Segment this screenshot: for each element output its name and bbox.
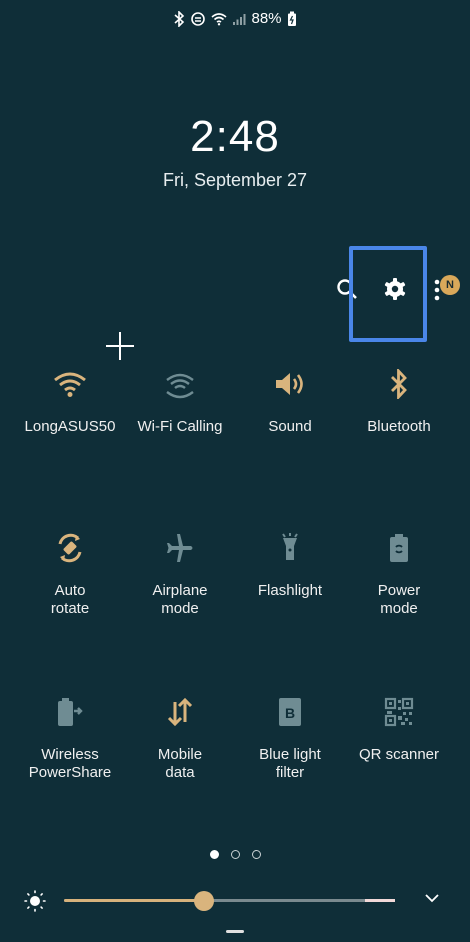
tile-label: LongASUS50 (24, 418, 116, 435)
plus-cursor-mark (106, 332, 134, 360)
bluetooth-icon (391, 369, 407, 399)
tile-bluetooth[interactable]: Bluetooth (344, 366, 454, 436)
auto-rotate-icon (58, 533, 82, 563)
navigation-handle[interactable] (226, 930, 244, 933)
tile-qr-scanner[interactable]: QR scanner (344, 694, 454, 764)
brightness-end-marker (365, 899, 395, 902)
wifi-calling-icon (166, 373, 194, 399)
tile-blue-light-filter[interactable]: B Blue light filter (235, 694, 345, 782)
chevron-down-icon[interactable] (424, 892, 440, 904)
brightness-thumb[interactable] (194, 891, 215, 911)
power-mode-icon (390, 534, 408, 562)
tile-power-mode[interactable]: Power mode (344, 530, 454, 618)
tile-sound[interactable]: Sound (235, 366, 345, 436)
wireless-powershare-icon (58, 698, 83, 726)
page-dot[interactable] (251, 850, 261, 859)
brightness-fill (64, 899, 205, 902)
page-dot-active[interactable] (209, 850, 219, 859)
battery-percentage: 88% (251, 10, 282, 27)
settings-highlight-box (349, 246, 427, 342)
signal-icon (233, 13, 246, 25)
tile-label: Bluetooth (367, 418, 431, 435)
wifi-icon (211, 12, 228, 25)
flashlight-icon (282, 533, 298, 560)
blue-light-filter-icon: B (279, 698, 301, 726)
page-indicator (0, 850, 470, 859)
tile-auto-rotate[interactable]: Auto rotate (15, 530, 125, 618)
mobile-data-icon (167, 698, 193, 726)
data-saver-icon (191, 11, 206, 26)
tile-wifi[interactable]: LongASUS50 (15, 366, 125, 436)
tile-label: Sound (268, 418, 312, 435)
tile-label: Wi-Fi Calling (137, 418, 223, 435)
qr-scanner-icon (384, 697, 414, 727)
airplane-icon (167, 534, 193, 562)
bluetooth-icon (174, 10, 185, 27)
brightness-slider[interactable] (20, 888, 460, 914)
page-dot[interactable] (230, 850, 240, 859)
tile-label: Power mode (377, 582, 421, 617)
notification-badge: N (440, 275, 460, 295)
brightness-sun-icon (24, 890, 46, 912)
tile-label: Auto rotate (50, 582, 90, 617)
tile-label: QR scanner (358, 746, 440, 763)
tile-wifi-calling[interactable]: Wi-Fi Calling (125, 366, 235, 436)
wifi-icon (54, 372, 86, 397)
clock-date[interactable]: Fri, September 27 (0, 170, 470, 191)
tile-label: Mobile data (157, 746, 203, 781)
more-options-icon[interactable] (434, 278, 440, 302)
svg-text:B: B (285, 705, 295, 721)
tile-flashlight[interactable]: Flashlight (235, 530, 345, 600)
battery-icon (287, 11, 296, 26)
status-bar: 88% (0, 10, 470, 27)
clock-time[interactable]: 2:48 (0, 112, 470, 162)
tile-label: Wireless PowerShare (28, 746, 112, 781)
tile-airplane-mode[interactable]: Airplane mode (125, 530, 235, 618)
sound-icon (276, 373, 303, 395)
tile-label: Blue light filter (259, 746, 321, 781)
tile-wireless-powershare[interactable]: Wireless PowerShare (15, 694, 125, 782)
brightness-track[interactable] (64, 891, 390, 911)
tile-mobile-data[interactable]: Mobile data (125, 694, 235, 782)
tile-label: Flashlight (257, 582, 323, 599)
tile-label: Airplane mode (152, 582, 208, 617)
